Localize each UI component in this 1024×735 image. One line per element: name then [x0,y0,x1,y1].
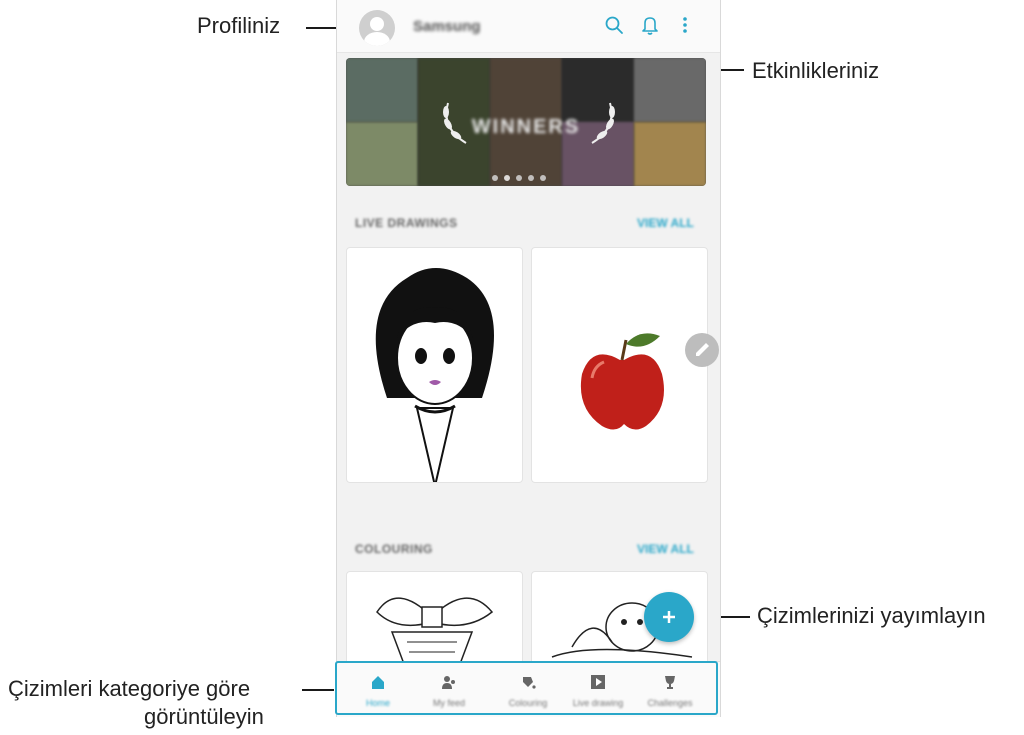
more-options-icon[interactable] [674,14,696,36]
pencil-icon [696,343,709,356]
app-screen: Samsung WINNERS LIVE DRAWINGS VIEW ALL C… [336,0,721,717]
bottom-nav-highlight [335,661,718,715]
ribbon-colouring-drawing [376,597,494,672]
live-drawing-card-girl[interactable] [346,247,523,483]
colouring-view-all-button[interactable]: VIEW ALL [637,542,694,556]
carousel-indicator [492,168,552,186]
colouring-card-ribbon[interactable] [346,571,523,673]
section-title-live-drawings: LIVE DRAWINGS [355,216,458,230]
callout-categories-line2: görüntüleyin [144,704,264,729]
banner-title: WINNERS [471,116,581,138]
callout-notifications: Etkinlikleriniz [752,58,880,83]
profile-avatar[interactable] [359,10,395,46]
edit-drawing-button[interactable] [685,333,719,367]
callout-profile: Profiliniz [197,13,281,38]
profile-username[interactable]: Samsung [413,18,481,35]
plus-icon [663,611,675,623]
top-bar: Samsung [337,0,720,53]
publish-drawing-button[interactable] [644,592,694,642]
live-drawings-view-all-button[interactable]: VIEW ALL [637,216,694,230]
girl-drawing [375,268,494,482]
bell-icon[interactable] [639,14,661,36]
search-icon[interactable] [603,14,625,36]
winners-banner[interactable]: WINNERS [346,58,706,186]
callout-categories-line [302,689,334,691]
section-title-colouring: COLOURING [355,542,433,556]
live-drawing-card-apple[interactable] [531,247,708,483]
apple-drawing [580,333,664,430]
callout-publish: Çizimlerinizi yayımlayın [757,603,986,628]
callout-categories-line1: Çizimleri kategoriye göre [8,676,251,701]
